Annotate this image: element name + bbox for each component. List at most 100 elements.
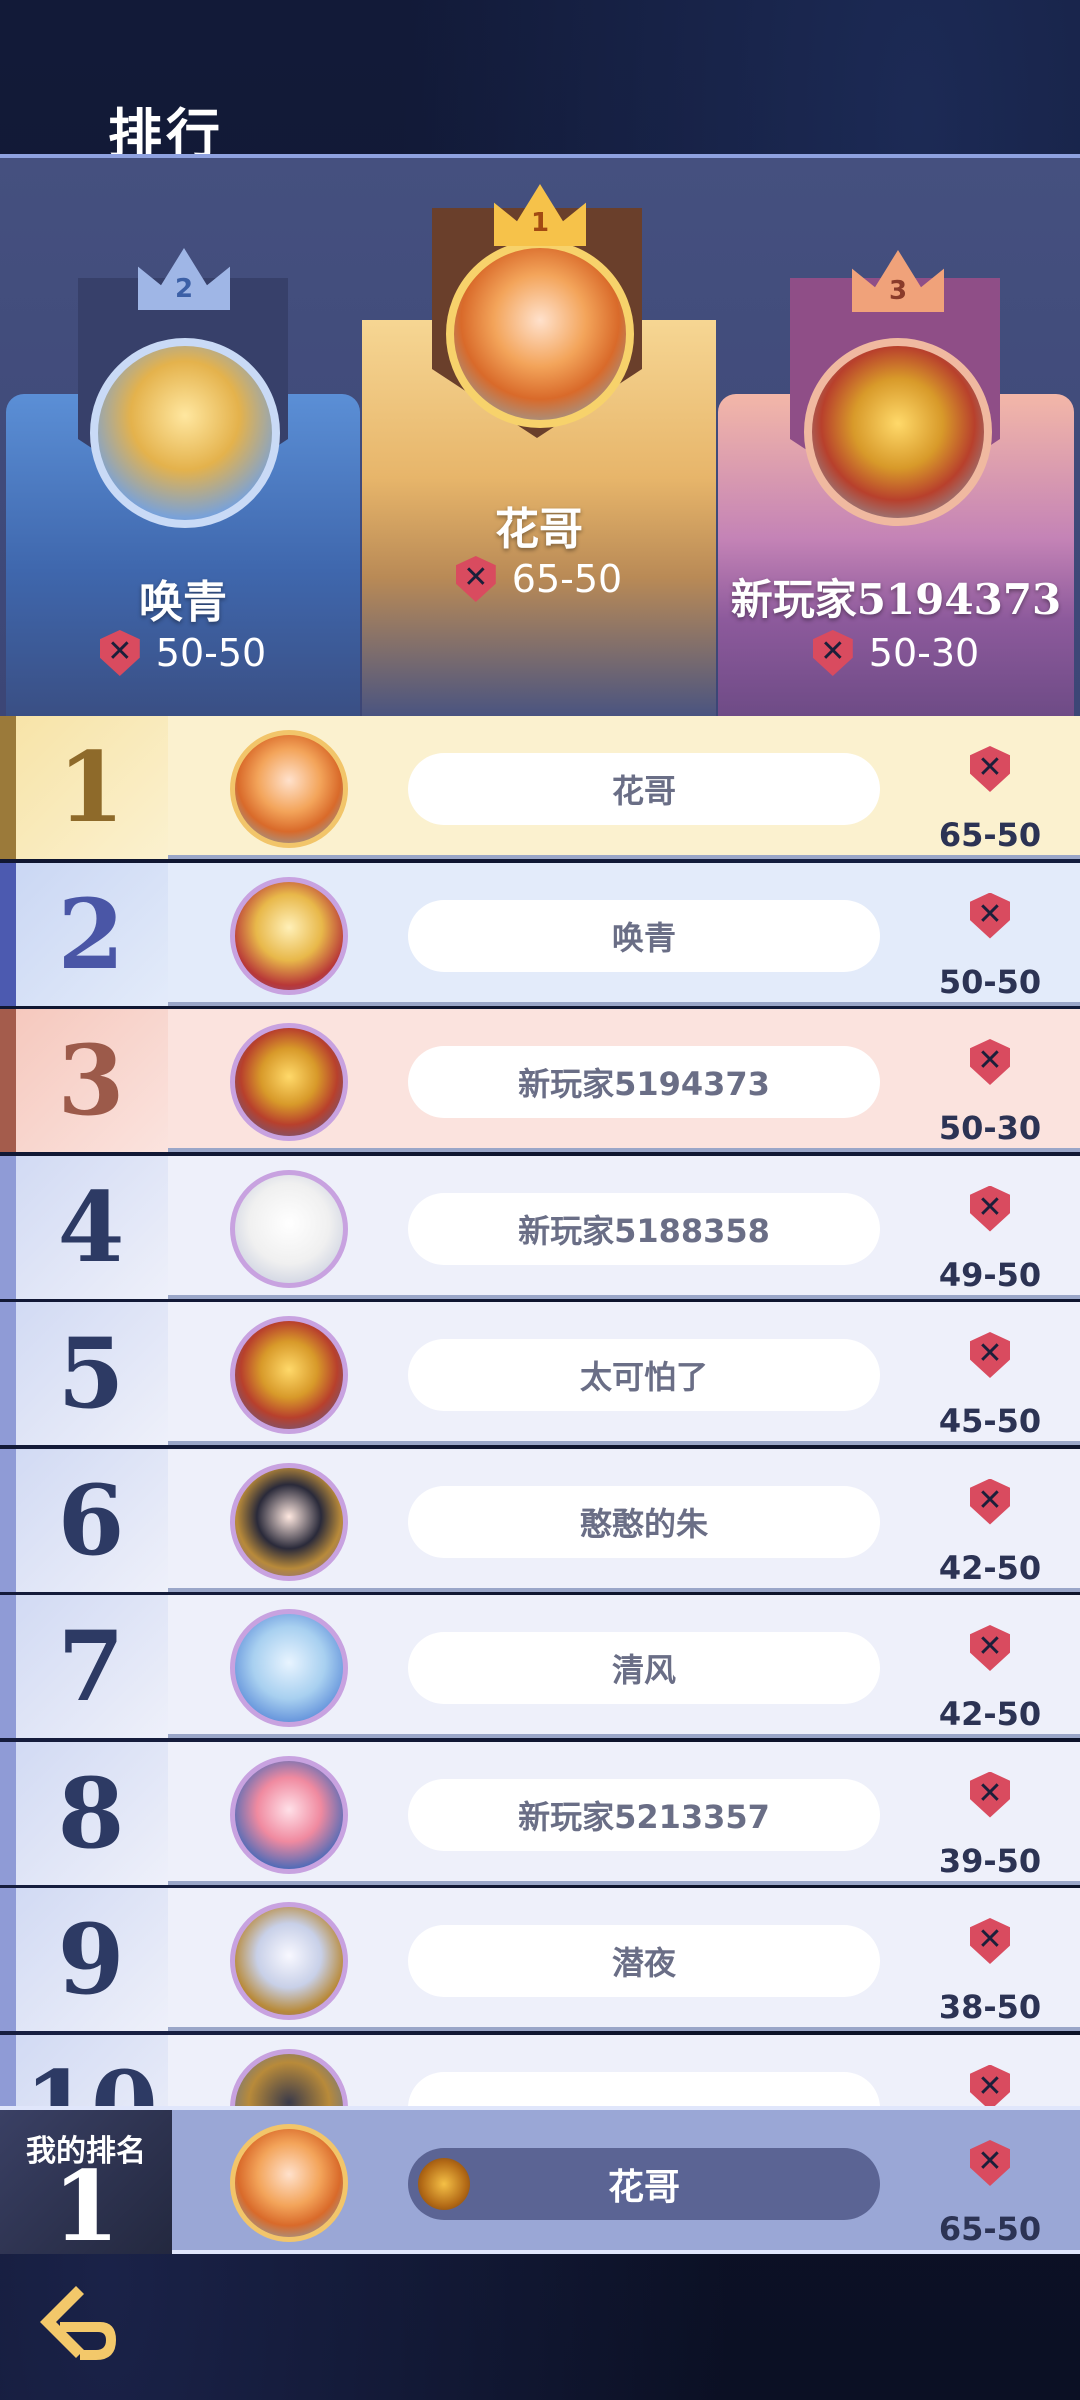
rank-cell: 2 (0, 862, 168, 1006)
podium-name: 唤青 (139, 577, 227, 628)
my-rank-number: 1 (52, 2150, 120, 2263)
crossed-swords-shield-icon (970, 1332, 1010, 1378)
crossed-swords-shield-icon (970, 892, 1010, 939)
rank-bar (0, 1155, 16, 1299)
crossed-swords-shield-icon (970, 1918, 1010, 1964)
podium-place: 3 (888, 276, 908, 306)
rank-number: 2 (57, 877, 125, 991)
table-row[interactable]: 9 潜夜 38-50 (0, 1888, 1080, 2031)
table-row[interactable]: 6 憨憨的朱 42-50 (0, 1448, 1080, 1592)
my-rank-bar[interactable]: 我的排名 1 花哥 65-50 (0, 2106, 1080, 2263)
rank-number: 3 (57, 1024, 125, 1137)
rank-bar (0, 1888, 16, 2031)
rank-cell: 1 (0, 716, 168, 859)
table-row[interactable]: 3 新玩家5194373 50-30 (0, 1009, 1080, 1152)
score-text: 50-30 (938, 1109, 1042, 1147)
table-row[interactable]: 7 清风 42-50 (0, 1595, 1080, 1738)
score-text: 65-50 (511, 557, 623, 601)
back-arrow-icon[interactable] (30, 2280, 122, 2372)
avatar[interactable] (230, 1755, 348, 1874)
rank-cell: 4 (0, 1155, 168, 1299)
rank-bar (0, 1448, 16, 1592)
score-text: 38-50 (938, 1988, 1042, 2026)
avatar[interactable] (230, 1023, 348, 1141)
player-name: 新玩家5194373 (408, 1046, 880, 1118)
my-rank-cell: 我的排名 1 (0, 2110, 172, 2263)
rank-number: 1 (57, 731, 125, 844)
podium-place: 1 (530, 208, 550, 238)
crossed-swords-shield-icon (99, 630, 140, 676)
rank-bar (0, 1595, 16, 1738)
podium-score: 50-30 (718, 630, 1074, 676)
avatar[interactable] (90, 338, 280, 528)
rank-cell: 5 (0, 1302, 168, 1445)
my-name-pill: 花哥 (408, 2148, 880, 2220)
crossed-swords-shield-icon (970, 1625, 1010, 1671)
avatar[interactable] (230, 730, 348, 848)
avatar[interactable] (230, 1316, 348, 1434)
rank-bar (0, 1009, 16, 1152)
podium: 2 1 3 唤青 花哥 新玩家5194373 50-50 65-50 50-30 (0, 158, 1080, 716)
avatar[interactable] (230, 2124, 348, 2242)
player-name: 憨憨的朱 (408, 1485, 880, 1558)
ranking-list[interactable]: 1 花哥 65-50 2 唤青 50-50 3 新玩家5194373 50-30 4 新玩家5188… (0, 716, 1080, 2106)
rank-cell: 6 (0, 1448, 168, 1592)
score-text: 45-50 (938, 1402, 1042, 1440)
rank-bar (0, 2034, 16, 2106)
avatar[interactable] (230, 1169, 348, 1288)
score-text: 50-50 (155, 631, 267, 675)
top-bar: 排行 (0, 0, 1080, 166)
table-row[interactable]: 4 新玩家5188358 49-50 (0, 1155, 1080, 1299)
rank-number: 4 (57, 1170, 125, 1284)
crossed-swords-shield-icon (812, 630, 853, 676)
avatar[interactable] (804, 338, 992, 526)
crossed-swords-shield-icon (970, 746, 1010, 792)
podium-place: 2 (174, 274, 194, 304)
table-row[interactable]: 10 (0, 2034, 1080, 2106)
player-name: 花哥 (408, 753, 880, 825)
table-row[interactable]: 5 太可怕了 45-50 (0, 1302, 1080, 1445)
podium-name: 花哥 (495, 504, 583, 555)
score-text: 49-50 (938, 1255, 1042, 1294)
rank-cell: 3 (0, 1009, 168, 1152)
podium-score: 65-50 (362, 556, 716, 602)
player-name: 唤青 (408, 899, 880, 972)
rank-cell: 7 (0, 1595, 168, 1738)
rank-bar (0, 1741, 16, 1885)
player-name: 太可怕了 (408, 1339, 880, 1411)
crossed-swords-shield-icon (970, 2064, 1010, 2106)
podium-name: 新玩家5194373 (730, 575, 1062, 624)
player-name: 潜夜 (408, 1925, 880, 1997)
rank-bar (0, 862, 16, 1006)
table-row[interactable]: 2 唤青 50-50 (0, 862, 1080, 1006)
crossed-swords-shield-icon (970, 1039, 1010, 1085)
avatar[interactable] (230, 2048, 348, 2106)
score-text: 65-50 (938, 816, 1042, 854)
crossed-swords-shield-icon (970, 1771, 1010, 1818)
table-row[interactable]: 1 花哥 65-50 (0, 716, 1080, 859)
player-name (408, 2071, 880, 2106)
rank-cell: 9 (0, 1888, 168, 2031)
crossed-swords-shield-icon (970, 1478, 1010, 1525)
rank-bar (0, 716, 16, 859)
rank-number: 9 (57, 1903, 125, 2016)
rank-cell: 10 (0, 2034, 168, 2106)
rank-emblem-icon (418, 2158, 470, 2210)
player-name: 清风 (408, 1632, 880, 1704)
rank-number: 5 (57, 1317, 125, 1430)
player-name: 新玩家5188358 (408, 1192, 880, 1265)
rank-number: 7 (57, 1610, 125, 1723)
my-score: 65-50 (938, 2210, 1042, 2248)
avatar[interactable] (230, 1902, 348, 2020)
avatar[interactable] (446, 240, 634, 428)
podium-score: 50-50 (6, 630, 360, 676)
table-row[interactable]: 8 新玩家5213357 39-50 (0, 1741, 1080, 1885)
crossed-swords-shield-icon (455, 556, 496, 602)
avatar[interactable] (230, 1609, 348, 1727)
avatar[interactable] (230, 876, 348, 995)
score-text: 50-30 (868, 631, 980, 675)
score-text: 42-50 (938, 1695, 1042, 1733)
rank-bar (0, 1302, 16, 1445)
score-text: 50-50 (938, 962, 1042, 1001)
avatar[interactable] (230, 1462, 348, 1581)
